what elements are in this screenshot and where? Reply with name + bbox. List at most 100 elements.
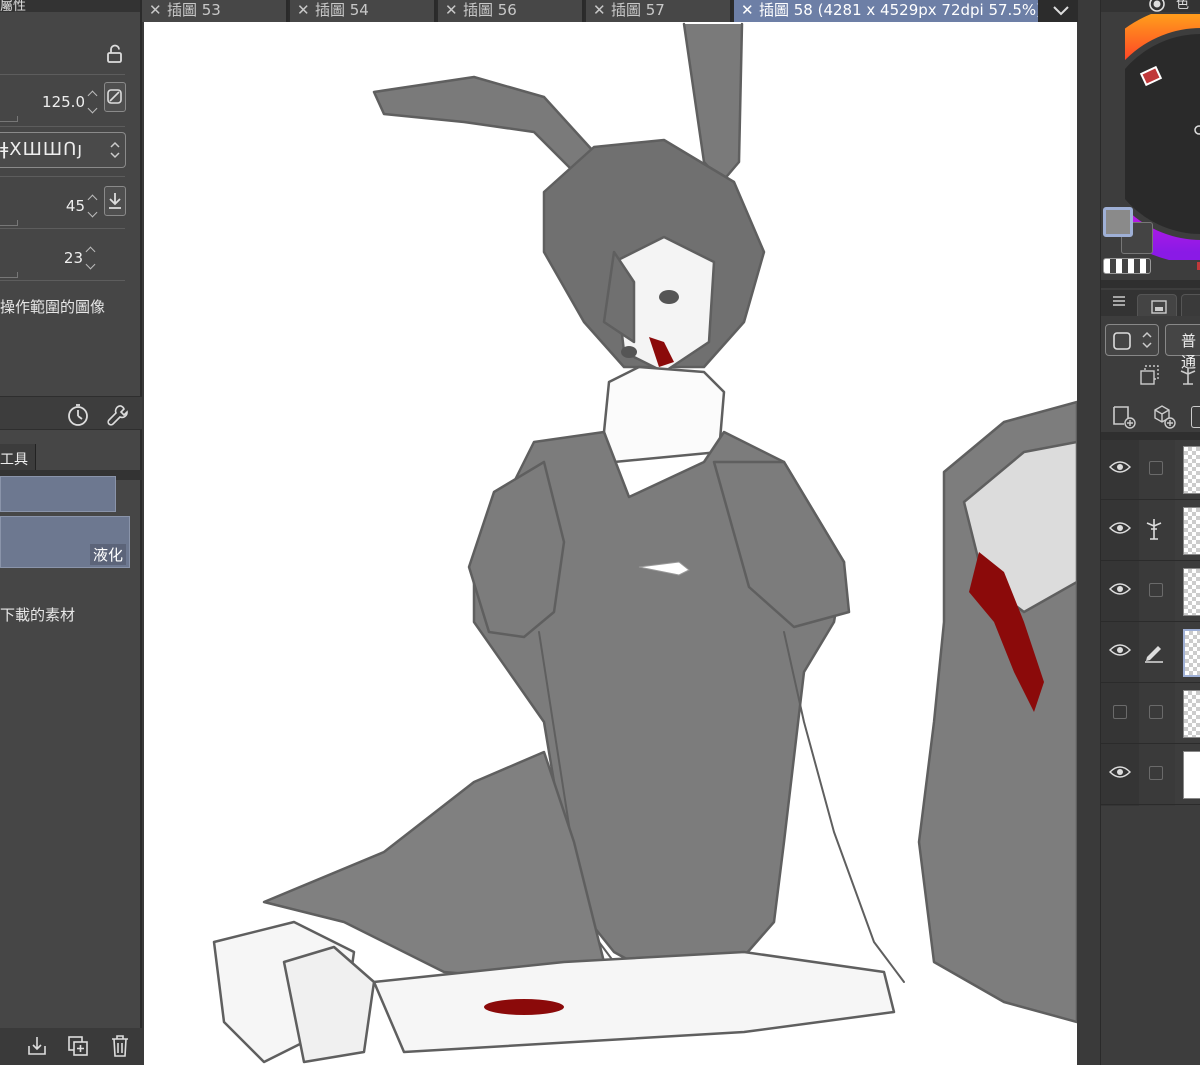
divider [0,176,125,177]
layer-row[interactable] [1101,684,1200,744]
tab-illustration-58[interactable]: ✕ 插圖 58 (4281 x 4529px 72dpi 57.5%) [734,0,1040,22]
tab-layer[interactable] [1181,294,1200,316]
layer-property-icon [1151,300,1167,314]
chevron-updown-icon [1142,331,1152,349]
new-3d-layer-icon[interactable] [1151,404,1177,430]
record-icon[interactable] [1147,0,1167,14]
document-tab-bar: ✕ 插圖 53 ✕ 插圖 54 ✕ 插圖 56 ✕ 插圖 57 ✕ 插圖 58 (4281… [142,0,1078,22]
eye-icon[interactable] [1109,460,1131,474]
close-icon[interactable]: ✕ [149,0,162,20]
visibility-checkbox[interactable] [1113,705,1127,719]
duplicate-icon[interactable] [67,1035,89,1057]
tab-illustration-57[interactable]: ✕ 插圖 57 [586,0,732,22]
timer-icon[interactable] [66,403,90,427]
divider [0,280,125,281]
panel-header-label: 屬性 [0,0,27,14]
layer-thumbnail [1183,690,1200,738]
blend-mode-select[interactable]: 普通 [1165,324,1200,371]
layer-row[interactable] [1101,501,1200,561]
pen-icon[interactable] [1143,641,1165,663]
tool-item-selected[interactable] [0,476,116,512]
pressure-toggle-button[interactable] [104,82,126,112]
panel-header: 屬性 [0,0,140,14]
slider-track [0,116,18,122]
tab-illustration-53[interactable]: ✕ 插圖 53 [142,0,288,22]
tab-tool[interactable]: 工具 [0,444,36,470]
eye-icon[interactable] [1109,643,1131,657]
chevron-down-icon [110,141,120,159]
close-icon[interactable]: ✕ [297,0,310,20]
tab-tool-label: 工具 [0,452,28,468]
property-footer [0,396,142,430]
divider [1101,432,1200,440]
layer-thumbnail [1183,751,1200,799]
tab-label: 插圖 56 [463,1,517,19]
import-icon[interactable] [26,1035,48,1057]
transparent-color-swatch[interactable] [1103,258,1151,274]
eye-icon[interactable] [1109,582,1131,596]
slider-track [0,272,18,278]
layer-row-selected[interactable] [1101,623,1200,683]
angle-stepper[interactable] [87,192,99,222]
new-layer-icon[interactable] [1111,404,1137,430]
layer-row[interactable] [1101,562,1200,622]
divider [0,228,125,229]
layer-panel-tabs [1101,290,1200,316]
chevron-down-icon[interactable] [1050,0,1072,22]
lock-open-icon[interactable] [105,44,125,64]
canvas-gutter [1077,22,1100,1065]
subtool-liquify[interactable]: 液化 [0,516,130,568]
wrench-icon[interactable] [106,403,130,427]
layer-lock-checkbox[interactable] [1149,461,1163,475]
drawing-canvas[interactable] [144,22,1077,1065]
brush-size-stepper[interactable] [87,88,99,118]
new-folder-button[interactable] [1191,406,1200,428]
close-icon[interactable]: ✕ [445,0,458,20]
brush-tip-selector[interactable]: ǂXШШՈյ [0,132,126,168]
divider [0,126,125,127]
layer-row[interactable] [1101,745,1200,805]
blend-settings[interactable] [1105,324,1159,356]
tab-label: 插圖 58 (4281 x 4529px 72dpi 57.5%) [759,1,1040,19]
color-layer-panel: 色環 普通 [1100,0,1200,1065]
layer-thumbnail [1183,507,1200,555]
count-stepper[interactable] [85,244,97,274]
layer-thumbnail [1183,446,1200,494]
brush-tip-preview: ǂXШШՈյ [0,139,84,160]
menu-icon[interactable] [1111,294,1127,308]
close-icon[interactable]: ✕ [593,0,606,20]
tab-layer-property[interactable] [1137,294,1177,316]
tab-label: 插圖 54 [315,1,369,19]
lighthouse-icon[interactable] [1143,517,1165,541]
layer-lock-checkbox[interactable] [1149,705,1163,719]
tool-property-panel: 屬性 125.0 ǂXШШՈյ 45 23 操作範圍的圖像 工具 液化 下載的素… [0,0,142,1065]
eye-icon[interactable] [1109,521,1131,535]
brush-size-value[interactable]: 125.0 [42,93,85,111]
trash-icon[interactable] [109,1034,131,1058]
divider [0,74,125,75]
reference-layer-label: 操作範圍的圖像 [0,298,106,316]
count-row[interactable]: 23 [0,234,125,286]
subtool-liquify-label: 液化 [89,544,126,565]
close-icon[interactable]: ✕ [741,0,754,20]
angle-value[interactable]: 45 [66,197,85,215]
layer-row[interactable] [1101,440,1200,500]
tab-illustration-56[interactable]: ✕ 插圖 56 [438,0,584,22]
reference-layer-icon[interactable] [1177,364,1199,386]
download-setting-button[interactable] [104,186,126,216]
layer-lock-checkbox[interactable] [1149,583,1163,597]
tab-label: 插圖 57 [611,1,665,19]
layer-thumbnail [1183,568,1200,616]
download-icon [109,193,121,209]
slider-track [0,220,18,226]
square-icon [1113,332,1131,350]
layer-thumbnail [1183,629,1200,677]
tab-illustration-54[interactable]: ✕ 插圖 54 [290,0,436,22]
main-color-swatch[interactable] [1103,207,1133,237]
downloaded-materials-label: 下載的素材 [0,606,76,624]
clip-layer-icon[interactable] [1139,364,1161,386]
layer-lock-checkbox[interactable] [1149,766,1163,780]
eye-icon[interactable] [1109,765,1131,779]
count-value[interactable]: 23 [64,249,83,267]
divider [1101,280,1200,288]
